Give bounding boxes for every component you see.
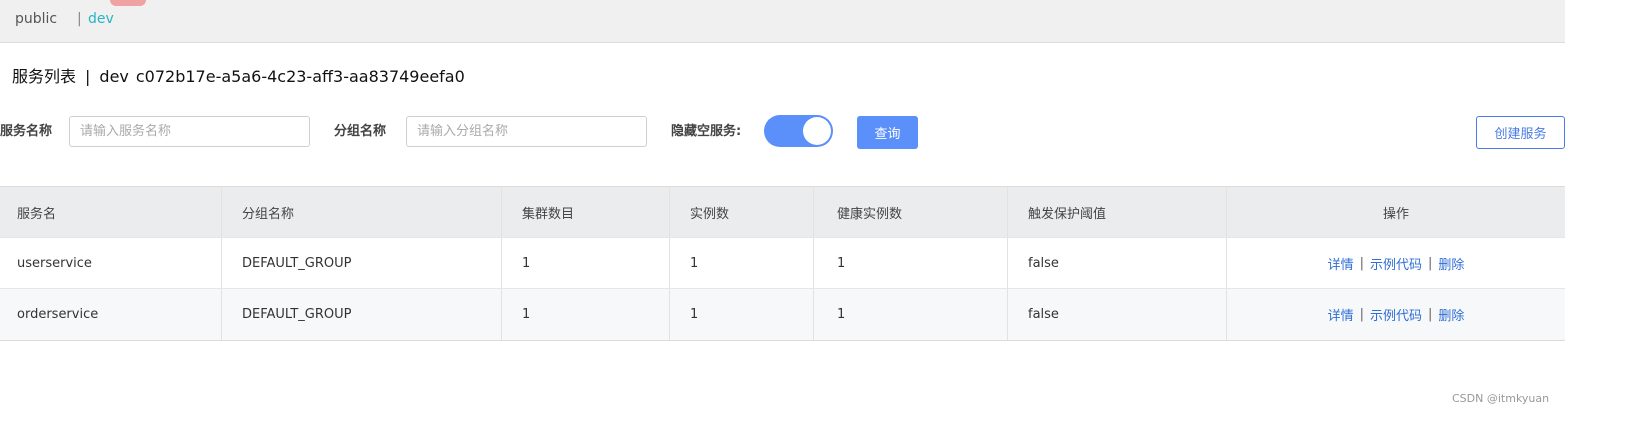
toggle-knob bbox=[803, 117, 831, 145]
col-actions: 操作 bbox=[1382, 206, 1409, 222]
cell-cluster-count: 1 bbox=[502, 238, 670, 288]
detail-link[interactable]: 详情 bbox=[1328, 254, 1354, 273]
group-name-input[interactable] bbox=[406, 116, 647, 147]
cell-service-name: orderservice bbox=[0, 289, 222, 340]
col-group-name: 分组名称 bbox=[222, 187, 502, 237]
cell-instance-count: 1 bbox=[670, 238, 814, 288]
detail-link[interactable]: 详情 bbox=[1328, 305, 1354, 324]
cell-protect-threshold: false bbox=[1008, 289, 1227, 340]
col-healthy-count: 健康实例数 bbox=[814, 187, 1008, 237]
action-separator: | bbox=[1428, 255, 1433, 271]
page-title-namespace: dev bbox=[99, 67, 129, 86]
page-title-separator: | bbox=[85, 67, 91, 86]
cell-healthy-count: 1 bbox=[814, 289, 1008, 340]
table-header: 服务名 分组名称 集群数目 实例数 健康实例数 触发保护阈值 操作 bbox=[0, 187, 1565, 238]
col-instance-count: 实例数 bbox=[670, 187, 814, 237]
create-service-button[interactable]: 创建服务 bbox=[1476, 116, 1565, 149]
col-service-name: 服务名 bbox=[0, 187, 222, 237]
watermark: CSDN @itmkyuan bbox=[1452, 392, 1550, 405]
service-name-label: 服务名称 bbox=[0, 124, 53, 139]
notification-badge bbox=[110, 0, 146, 6]
cell-group-name: DEFAULT_GROUP bbox=[222, 238, 502, 288]
delete-link[interactable]: 删除 bbox=[1438, 305, 1464, 324]
page-title-text: 服务列表 bbox=[12, 67, 77, 86]
action-separator: | bbox=[1428, 307, 1433, 322]
group-name-label: 分组名称 bbox=[334, 124, 387, 139]
namespace-dev[interactable]: dev bbox=[88, 10, 114, 28]
hide-empty-label: 隐藏空服务: bbox=[671, 124, 742, 139]
hide-empty-toggle[interactable] bbox=[764, 115, 833, 147]
query-button[interactable]: 查询 bbox=[857, 116, 918, 149]
col-cluster-count: 集群数目 bbox=[502, 187, 670, 237]
page-title: 服务列表 | dev c072b17e-a5a6-4c23-aff3-aa83749e… bbox=[12, 66, 465, 88]
cell-cluster-count: 1 bbox=[502, 289, 670, 340]
table-row: orderservice DEFAULT_GROUP 1 1 1 false 详… bbox=[0, 289, 1565, 340]
namespace-separator: | bbox=[77, 11, 82, 27]
namespace-bar: public | dev bbox=[0, 0, 1565, 43]
action-separator: | bbox=[1359, 255, 1364, 271]
cell-actions: 详情 | 示例代码 | 删除 bbox=[1227, 289, 1565, 340]
delete-link[interactable]: 删除 bbox=[1438, 254, 1464, 273]
table-row: userservice DEFAULT_GROUP 1 1 1 false 详情… bbox=[0, 238, 1565, 289]
sample-code-link[interactable]: 示例代码 bbox=[1370, 254, 1422, 273]
service-name-input[interactable] bbox=[69, 116, 310, 147]
cell-service-name: userservice bbox=[0, 238, 222, 288]
cell-instance-count: 1 bbox=[670, 289, 814, 340]
sample-code-link[interactable]: 示例代码 bbox=[1370, 305, 1422, 324]
namespace-public[interactable]: public bbox=[15, 10, 57, 28]
cell-protect-threshold: false bbox=[1008, 238, 1227, 288]
cell-healthy-count: 1 bbox=[814, 238, 1008, 288]
service-table: 服务名 分组名称 集群数目 实例数 健康实例数 触发保护阈值 操作 userse… bbox=[0, 186, 1565, 341]
cell-group-name: DEFAULT_GROUP bbox=[222, 289, 502, 340]
page-title-namespace-id: c072b17e-a5a6-4c23-aff3-aa83749eefa0 bbox=[135, 67, 465, 86]
col-protect-threshold: 触发保护阈值 bbox=[1008, 187, 1227, 237]
action-separator: | bbox=[1359, 307, 1364, 322]
cell-actions: 详情 | 示例代码 | 删除 bbox=[1227, 238, 1565, 288]
